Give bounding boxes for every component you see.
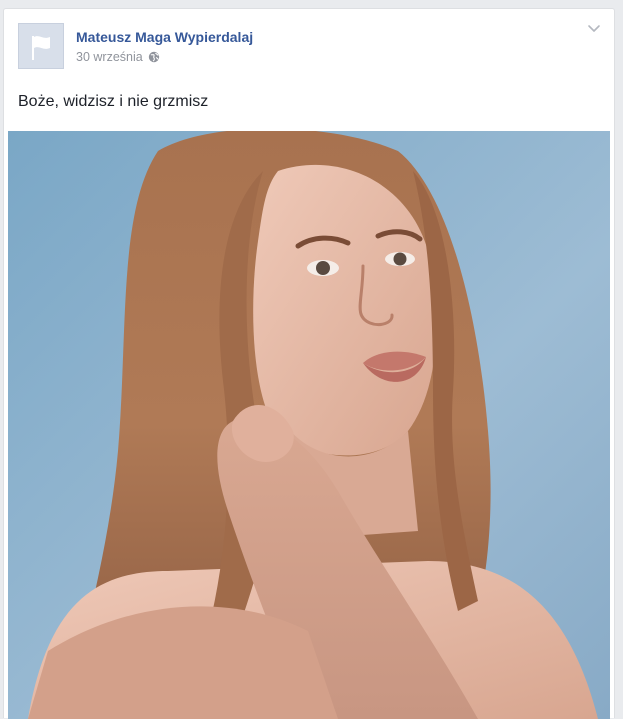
post-card: Mateusz Maga Wypierdalaj 30 września Boż… [3, 8, 615, 719]
post-author-link[interactable]: Mateusz Maga Wypierdalaj [76, 29, 253, 45]
post-meta: 30 września [76, 50, 160, 64]
globe-icon[interactable] [148, 51, 160, 63]
post-photo[interactable] [8, 131, 610, 719]
page-avatar[interactable] [18, 23, 64, 69]
post-text: Boże, widzisz i nie grzmisz [18, 93, 209, 110]
chevron-down-icon[interactable] [586, 23, 602, 35]
flag-icon [32, 36, 50, 60]
post-timestamp[interactable]: 30 września [76, 50, 143, 64]
portrait-image [8, 131, 610, 719]
